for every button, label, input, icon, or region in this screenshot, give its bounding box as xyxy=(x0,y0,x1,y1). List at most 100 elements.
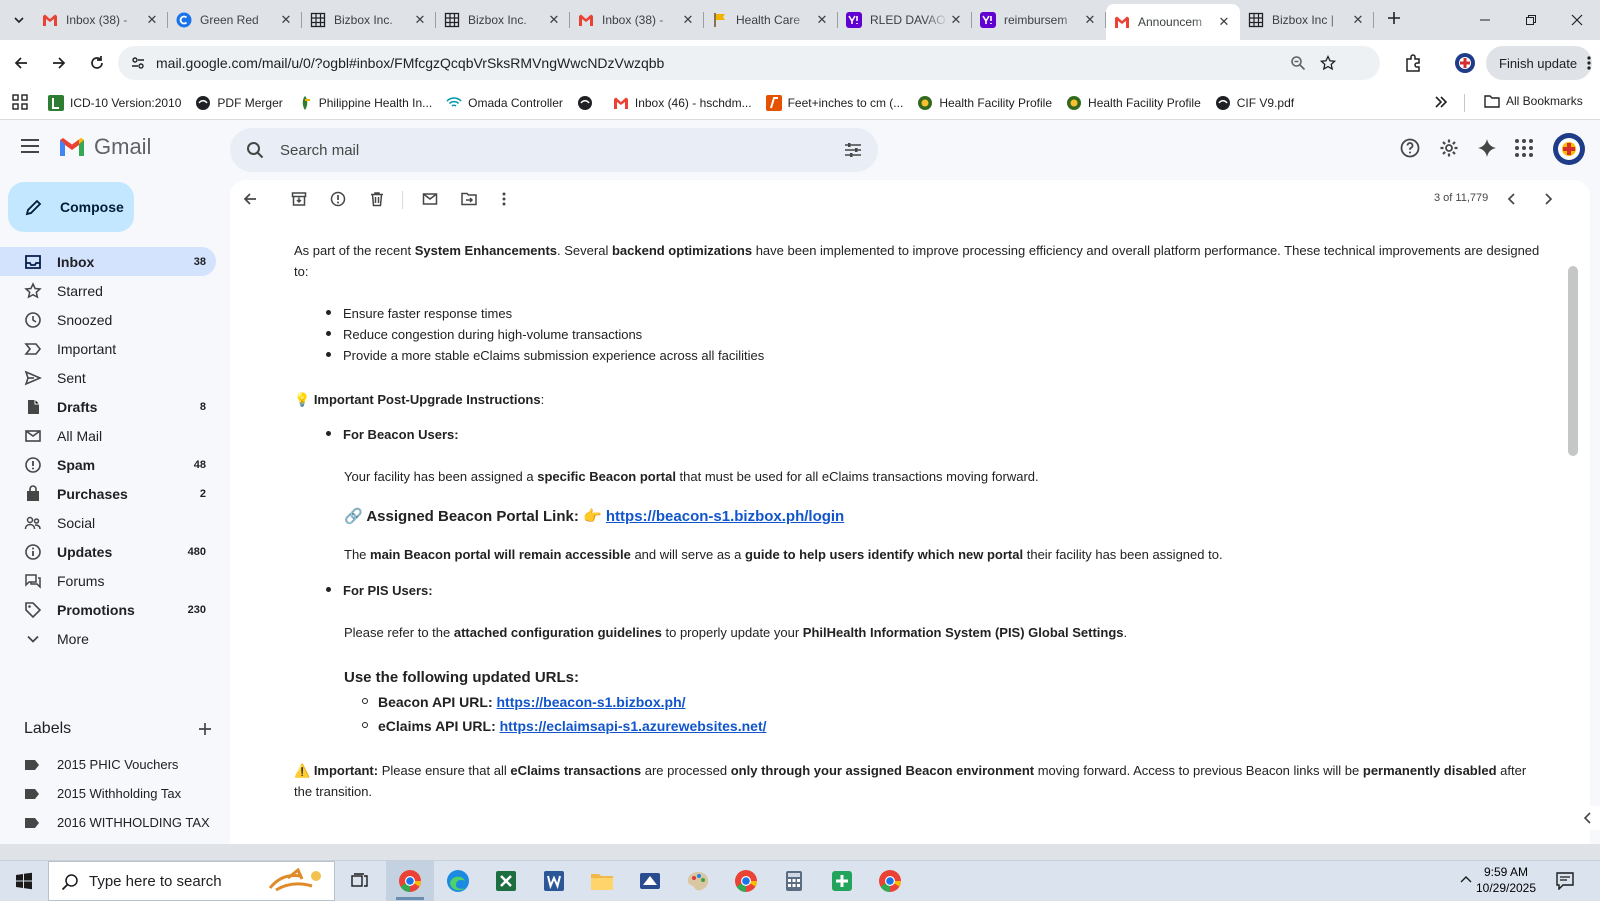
extensions-button[interactable] xyxy=(1396,46,1430,80)
bookmark-item[interactable]: PDF Merger xyxy=(195,95,283,111)
mark-unread-button[interactable] xyxy=(414,183,446,215)
excel-taskbar-app[interactable] xyxy=(482,861,530,901)
sidebar-item-starred[interactable]: Starred xyxy=(0,276,216,305)
google-apps-button[interactable] xyxy=(1515,139,1533,157)
bookmark-item[interactable]: Health Facility Profile xyxy=(1066,95,1201,111)
chrome-taskbar-app[interactable] xyxy=(386,861,434,901)
compose-button[interactable]: Compose xyxy=(8,182,134,232)
close-tab-icon[interactable]: ✕ xyxy=(1082,12,1098,28)
all-bookmarks-button[interactable]: All Bookmarks xyxy=(1484,94,1583,108)
scrollbar-thumb[interactable] xyxy=(1568,266,1578,456)
more-bookmarks-button[interactable] xyxy=(1434,95,1448,109)
app-taskbar-icon-2[interactable] xyxy=(818,861,866,901)
chrome-taskbar-app-2[interactable] xyxy=(722,861,770,901)
browser-tab[interactable]: Bizbox Inc. ✕ xyxy=(302,4,436,36)
taskbar-search-input[interactable]: Type here to search xyxy=(89,873,222,890)
eclaims-api-link[interactable]: https://eclaimsapi-s1.azurewebsites.net/ xyxy=(500,718,767,734)
back-button[interactable] xyxy=(4,46,38,80)
delete-button[interactable] xyxy=(361,183,393,215)
restore-button[interactable] xyxy=(1508,0,1554,40)
profile-button[interactable] xyxy=(1448,46,1482,80)
back-to-inbox-button[interactable] xyxy=(234,183,266,215)
task-view-button[interactable] xyxy=(336,861,384,901)
settings-button[interactable] xyxy=(1439,138,1459,158)
browser-tab[interactable]: RLED DAVAO ✕ xyxy=(838,4,972,36)
taskbar-search[interactable]: Type here to search xyxy=(48,861,335,901)
label-item[interactable]: 2016 WITHHOLDING TAX xyxy=(0,808,216,837)
close-tab-icon[interactable]: ✕ xyxy=(278,12,294,28)
older-button[interactable] xyxy=(1532,183,1564,215)
new-tab-button[interactable] xyxy=(1380,4,1408,32)
sidebar-item-purchases[interactable]: Purchases 2 xyxy=(0,479,216,508)
more-actions-button[interactable] xyxy=(488,183,520,215)
paint-taskbar-app[interactable] xyxy=(674,861,722,901)
account-avatar[interactable] xyxy=(1552,132,1586,166)
search-input[interactable]: Search mail xyxy=(280,142,359,159)
sidebar-item-drafts[interactable]: Drafts 8 xyxy=(0,392,216,421)
file-explorer-taskbar-app[interactable] xyxy=(578,861,626,901)
app-taskbar-icon-1[interactable] xyxy=(626,861,674,901)
sidebar-item-updates[interactable]: Updates 480 xyxy=(0,537,216,566)
browser-tab[interactable]: Inbox (38) - ✕ xyxy=(570,4,704,36)
plus-icon[interactable] xyxy=(198,722,212,736)
beacon-api-link[interactable]: https://beacon-s1.bizbox.ph/ xyxy=(497,694,686,710)
side-panel-toggle[interactable] xyxy=(1576,806,1600,830)
move-to-button[interactable] xyxy=(453,183,485,215)
sidebar-item-forums[interactable]: Forums xyxy=(0,566,216,595)
bookmark-item[interactable]: Health Facility Profile xyxy=(917,95,1052,111)
sidebar-item-social[interactable]: Social xyxy=(0,508,216,537)
sidebar-item-important[interactable]: Important xyxy=(0,334,216,363)
close-tab-icon[interactable]: ✕ xyxy=(412,12,428,28)
browser-tab[interactable]: reimbursem ✕ xyxy=(972,4,1106,36)
sidebar-item-all-mail[interactable]: All Mail xyxy=(0,421,216,450)
close-tab-icon[interactable]: ✕ xyxy=(1350,12,1366,28)
support-button[interactable] xyxy=(1400,138,1420,158)
minimize-button[interactable] xyxy=(1462,0,1508,40)
close-tab-icon[interactable]: ✕ xyxy=(814,12,830,28)
archive-button[interactable] xyxy=(283,183,315,215)
message-scrollbar[interactable] xyxy=(1566,218,1590,844)
sidebar-item-promotions[interactable]: Promotions 230 xyxy=(0,595,216,624)
notifications-button[interactable] xyxy=(1556,872,1574,890)
finish-update-button[interactable]: Finish update xyxy=(1486,46,1592,80)
label-item[interactable]: 2022 - BIR PAYMENTS xyxy=(0,837,216,844)
close-tab-icon[interactable]: ✕ xyxy=(144,12,160,28)
forward-button[interactable] xyxy=(42,46,76,80)
reload-button[interactable] xyxy=(80,46,114,80)
label-item[interactable]: 2015 PHIC Vouchers xyxy=(0,750,216,779)
report-spam-button[interactable] xyxy=(322,183,354,215)
main-menu-button[interactable] xyxy=(20,138,40,154)
close-tab-icon[interactable]: ✕ xyxy=(680,12,696,28)
close-window-button[interactable] xyxy=(1554,0,1600,40)
address-bar[interactable]: mail.google.com/mail/u/0/?ogbl#inbox/FMf… xyxy=(118,46,1380,80)
bookmark-item[interactable]: Omada Controller xyxy=(446,95,563,111)
label-item[interactable]: 2015 Withholding Tax xyxy=(0,779,216,808)
bookmark-item[interactable]: CIF V9.pdf xyxy=(1215,95,1294,111)
close-tab-icon[interactable]: ✕ xyxy=(1216,14,1232,30)
apps-grid-button[interactable] xyxy=(12,93,30,112)
calculator-taskbar-app[interactable] xyxy=(770,861,818,901)
browser-tab[interactable]: Bizbox Inc | ✕ xyxy=(1240,4,1374,36)
gemini-button[interactable] xyxy=(1477,138,1497,158)
browser-tab[interactable]: Inbox (38) - ✕ xyxy=(34,4,168,36)
sidebar-item-spam[interactable]: Spam 48 xyxy=(0,450,216,479)
beacon-portal-link[interactable]: https://beacon-s1.bizbox.ph/login xyxy=(606,508,844,525)
tab-search-dropdown[interactable] xyxy=(8,9,30,31)
browser-tab[interactable]: Bizbox Inc. ✕ xyxy=(436,4,570,36)
edge-taskbar-app[interactable] xyxy=(434,861,482,901)
close-tab-icon[interactable]: ✕ xyxy=(546,12,562,28)
browser-tab[interactable]: Announcem ✕ xyxy=(1106,4,1240,40)
bookmark-item[interactable]: ICD-10 Version:2010 xyxy=(48,94,181,111)
browser-tab[interactable]: Health Care ✕ xyxy=(704,4,838,36)
system-clock[interactable]: 9:59 AM 10/29/2025 xyxy=(1470,864,1542,896)
bookmark-item[interactable]: Inbox (46) - hschdm... xyxy=(613,95,752,111)
sidebar-item-snoozed[interactable]: Snoozed xyxy=(0,305,216,334)
bookmark-item[interactable] xyxy=(577,95,599,111)
search-bar[interactable]: Search mail xyxy=(230,128,878,172)
word-taskbar-app[interactable] xyxy=(530,861,578,901)
sidebar-item-sent[interactable]: Sent xyxy=(0,363,216,392)
newer-button[interactable] xyxy=(1496,183,1528,215)
chrome-taskbar-app-3[interactable] xyxy=(866,861,914,901)
bookmark-item[interactable]: Feet+inches to cm (... xyxy=(765,94,903,111)
bookmark-item[interactable]: Philippine Health In... xyxy=(297,95,432,111)
